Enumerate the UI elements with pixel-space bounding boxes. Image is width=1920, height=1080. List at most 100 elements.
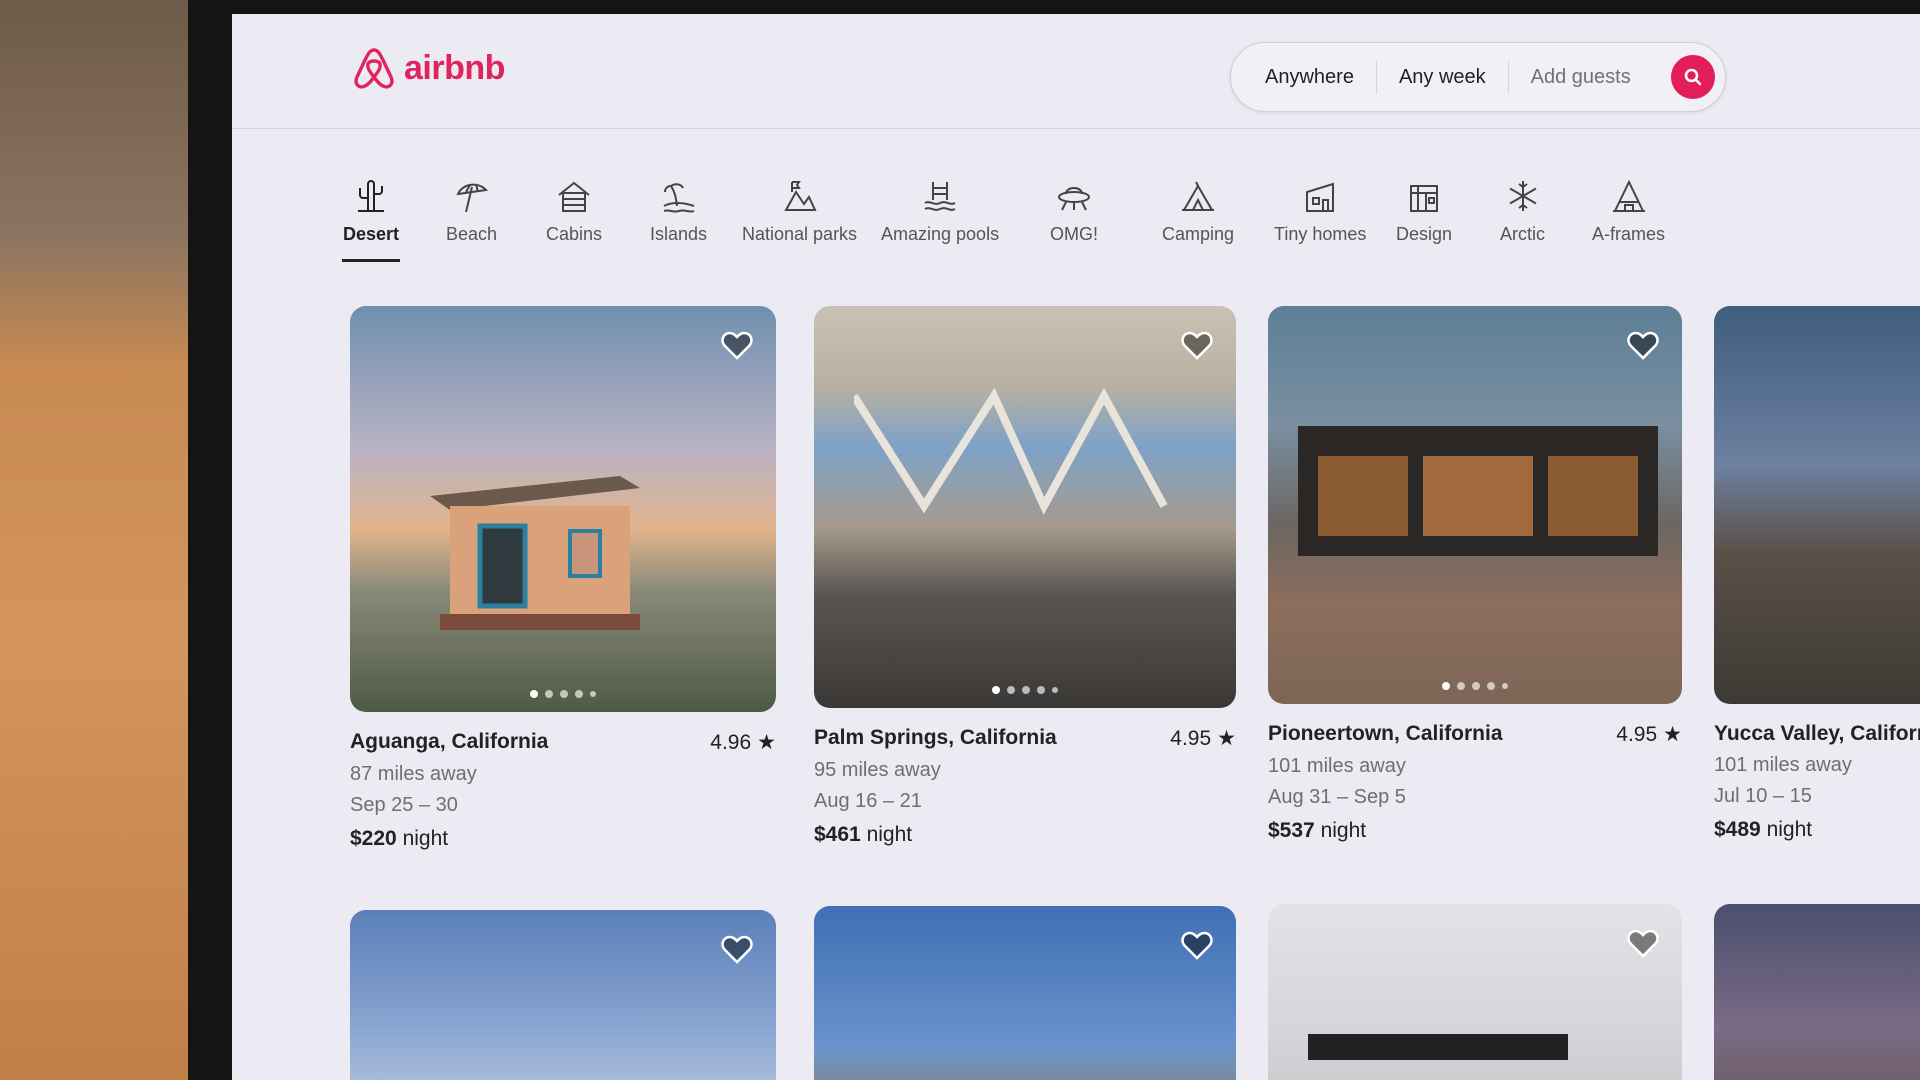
listing-photo[interactable] (1268, 904, 1682, 1080)
building-icon (1410, 185, 1439, 212)
category-a-frames[interactable]: A-frames (1592, 178, 1665, 245)
category-desert[interactable]: Desert (342, 178, 400, 262)
category-label: Beach (446, 224, 498, 244)
star-icon: ★ (757, 731, 776, 754)
price-unit: night (402, 827, 449, 850)
cabin-icon (558, 181, 590, 212)
listing-card[interactable] (350, 910, 776, 1080)
listing-dates: Aug 31 – Sep 5 (1268, 786, 1406, 808)
price-amount: $537 (1268, 819, 1315, 842)
search-bar[interactable]: Anywhere Any week Add guests (1230, 42, 1726, 112)
category-national-parks[interactable]: National parks (742, 178, 857, 245)
listing-card[interactable] (1268, 904, 1682, 1080)
snowflake-icon (1509, 181, 1536, 211)
listing-dates: Jul 10 – 15 (1714, 785, 1812, 807)
brand-name: airbnb (404, 48, 505, 87)
cactus-icon (358, 180, 384, 212)
listing-photo[interactable] (1714, 904, 1920, 1080)
active-category-underline (342, 259, 400, 262)
price-unit: night (1766, 818, 1813, 841)
favorite-heart-icon[interactable] (1180, 328, 1214, 362)
search-icon (1684, 68, 1702, 86)
browser-viewport: airbnb Anywhere Any week Add guests Dese… (232, 14, 1920, 1080)
airbnb-logo-icon (354, 48, 394, 89)
category-label: OMG! (1050, 224, 1098, 244)
listing-card[interactable]: Aguanga, California 4.96 ★ 87 miles away… (350, 306, 776, 851)
favorite-heart-icon[interactable] (720, 932, 754, 966)
search-location[interactable]: Anywhere (1231, 59, 1376, 95)
tiny-home-icon (1306, 182, 1335, 212)
category-islands[interactable]: Islands (650, 178, 707, 245)
cabin-illustration (430, 476, 640, 630)
listing-title: Yucca Valley, Califorr (1714, 722, 1920, 745)
monitor-bezel-top (188, 0, 1920, 14)
category-label: Arctic (1500, 224, 1545, 244)
rating-value: 4.96 (710, 730, 752, 754)
listing-photo[interactable] (350, 306, 776, 712)
listing-photo[interactable] (350, 910, 776, 1080)
category-amazing-pools[interactable]: Amazing pools (881, 178, 999, 245)
category-tiny-homes[interactable]: Tiny homes (1274, 178, 1366, 245)
listing-price: $220 night (350, 827, 776, 851)
listing-photo[interactable] (814, 306, 1236, 708)
category-beach[interactable]: Beach (446, 178, 497, 245)
listing-distance: 101 miles away (1268, 755, 1406, 777)
listing-photo[interactable] (1714, 306, 1920, 704)
listing-title: Palm Springs, California (814, 726, 1057, 749)
ufo-icon (1058, 187, 1090, 211)
category-label: Desert (342, 224, 400, 244)
price-amount: $220 (350, 827, 397, 850)
house-roof-shape (1308, 1034, 1568, 1060)
category-design[interactable]: Design (1396, 178, 1452, 245)
price-amount: $489 (1714, 818, 1761, 841)
favorite-heart-icon[interactable] (720, 328, 754, 362)
dome-frame-illustration (854, 387, 1168, 515)
rating-value: 4.95 (1616, 722, 1658, 746)
listing-distance: 95 miles away (814, 759, 941, 781)
photo-pagination (530, 690, 596, 698)
listing-card[interactable]: Yucca Valley, Califorr 101 miles away Ju… (1714, 306, 1920, 842)
listing-rating: 4.96 ★ (710, 730, 776, 755)
airbnb-logo[interactable]: airbnb (350, 44, 505, 92)
listing-card[interactable] (1714, 904, 1920, 1080)
listing-title: Pioneertown, California (1268, 722, 1503, 745)
photo-pagination (992, 686, 1058, 694)
listing-photo[interactable] (1268, 306, 1682, 704)
listing-title: Aguanga, California (350, 730, 549, 753)
category-omg[interactable]: OMG! (1050, 178, 1098, 245)
photo-pagination (1442, 682, 1508, 690)
category-label: Amazing pools (881, 224, 1000, 244)
category-cabins[interactable]: Cabins (546, 178, 602, 245)
favorite-heart-icon[interactable] (1626, 926, 1660, 960)
listing-price: $461 night (814, 823, 1236, 847)
monitor-bezel (188, 0, 232, 1080)
listing-card[interactable] (814, 906, 1236, 1080)
rating-value: 4.95 (1170, 726, 1212, 750)
a-frame-icon (1612, 179, 1645, 212)
listing-card[interactable]: Pioneertown, California 4.95 ★ 101 miles… (1268, 306, 1682, 843)
favorite-heart-icon[interactable] (1180, 928, 1214, 962)
listing-distance: 87 miles away (350, 763, 477, 785)
modern-house-illustration (1298, 426, 1658, 556)
listing-rating: 4.95 ★ (1170, 726, 1236, 751)
search-guests[interactable]: Add guests (1509, 59, 1653, 95)
search-dates[interactable]: Any week (1377, 59, 1508, 95)
category-label: A-frames (1592, 224, 1666, 244)
category-label: Tiny homes (1274, 224, 1367, 244)
favorite-heart-icon[interactable] (1626, 328, 1660, 362)
category-label: Design (1396, 224, 1453, 244)
listing-dates: Sep 25 – 30 (350, 794, 458, 816)
category-label: Islands (650, 224, 708, 244)
price-amount: $461 (814, 823, 861, 846)
category-bar: Desert Beach Cabins Islands National par… (342, 178, 1920, 288)
listing-photo[interactable] (814, 906, 1236, 1080)
search-button[interactable] (1671, 55, 1715, 99)
star-icon: ★ (1217, 727, 1236, 750)
category-camping[interactable]: Camping (1162, 178, 1234, 245)
star-icon: ★ (1663, 723, 1682, 746)
pool-icon (924, 182, 956, 211)
listing-card[interactable]: Palm Springs, California 4.95 ★ 95 miles… (814, 306, 1236, 847)
background-desk (0, 0, 190, 1080)
category-arctic[interactable]: Arctic (1500, 178, 1545, 245)
price-unit: night (866, 823, 913, 846)
